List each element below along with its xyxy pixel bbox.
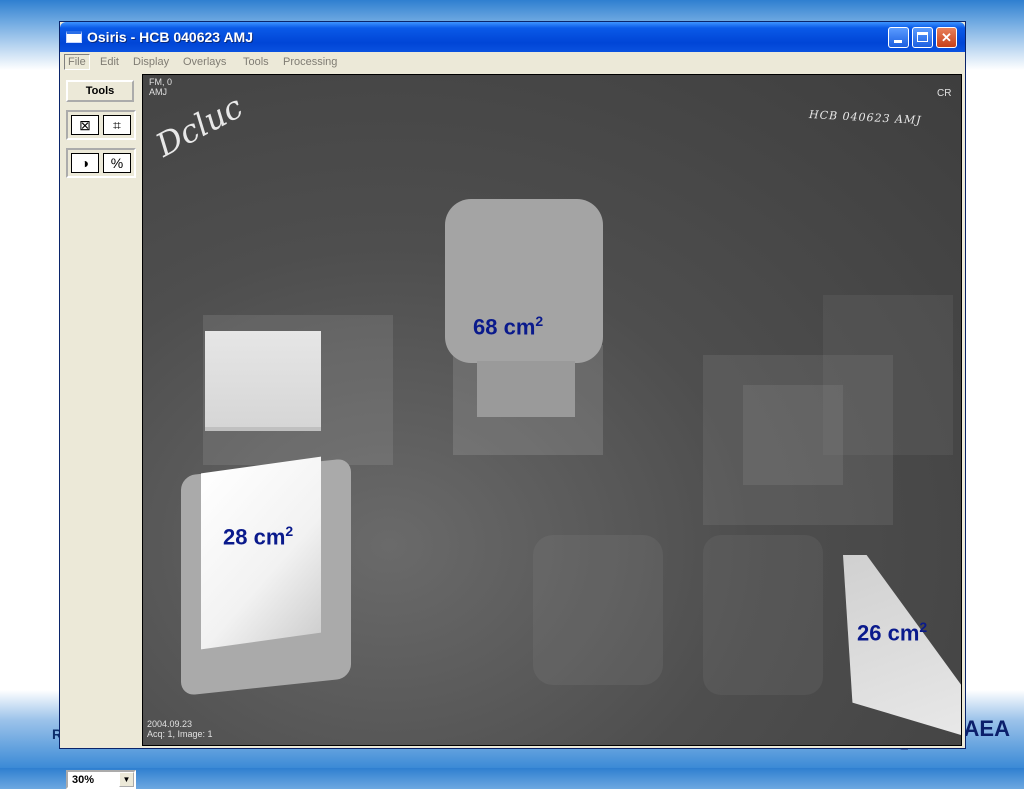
image-adjust-group: ◑ % [66, 148, 136, 178]
tools-button[interactable]: Tools [66, 80, 134, 102]
menu-display[interactable]: Display [133, 56, 169, 68]
field-28 [201, 456, 321, 650]
zoom-value: 30% [72, 774, 95, 786]
maximize-icon [917, 32, 928, 42]
menu-processing[interactable]: Processing [283, 56, 337, 68]
fit-image-icon[interactable]: ⌗ [103, 115, 131, 135]
field-upper-left-core [205, 331, 321, 427]
label-28-value: 28 cm [223, 524, 286, 550]
menu-edit[interactable]: Edit [100, 56, 119, 68]
film-info-line2: AMJ [149, 87, 167, 97]
film-acq: Acq: 1, Image: 1 [147, 729, 213, 739]
label-26-sup: 2 [919, 619, 928, 635]
film-info-bottom-left: 2004.09.23 Acq: 1, Image: 1 [147, 719, 213, 739]
osiris-window: Osiris - HCB 040623 AMJ ✕ File Edit Disp… [60, 22, 965, 789]
zoom-select[interactable]: 30% ▼ [66, 770, 136, 789]
window-title: Osiris - HCB 040623 AMJ [87, 29, 253, 45]
title-bar[interactable]: Osiris - HCB 040623 AMJ ✕ [60, 22, 965, 52]
field-68-lower [477, 361, 575, 417]
fit-window-icon[interactable]: ⊠ [71, 115, 99, 135]
contrast-icon[interactable]: ◑ [71, 153, 99, 173]
label-26-value: 26 cm [857, 620, 920, 646]
tool-panel: Tools ⊠ ⌗ ◑ % 30% ▼ [60, 74, 142, 789]
field-outline [703, 535, 823, 695]
menu-file[interactable]: File [64, 54, 90, 70]
minimize-icon [894, 40, 902, 43]
view-fit-group: ⊠ ⌗ [66, 110, 136, 140]
field-outline [533, 535, 663, 685]
minimize-button[interactable] [888, 27, 909, 48]
label-26: 26 cm2 [857, 619, 927, 646]
slide-footer-logo-text: AEA [963, 716, 1010, 741]
field-outline [823, 295, 953, 455]
film-info-top-right: CR [937, 88, 952, 99]
maximize-button[interactable] [912, 27, 933, 48]
menu-tools[interactable]: Tools [243, 56, 269, 68]
chevron-down-icon[interactable]: ▼ [119, 772, 134, 787]
percent-zoom-icon[interactable]: % [103, 153, 131, 173]
film-info-top-left: FM, 0 AMJ [149, 77, 172, 97]
label-28-sup: 2 [285, 523, 294, 539]
label-68-sup: 2 [535, 313, 544, 329]
close-icon: ✕ [941, 30, 952, 45]
close-button[interactable]: ✕ [936, 27, 957, 48]
label-68: 68 cm2 [473, 313, 543, 340]
image-viewer[interactable]: FM, 0 AMJ CR 2004.09.23 Acq: 1, Image: 1… [142, 74, 962, 746]
label-68-value: 68 cm [473, 314, 536, 340]
window-icon [66, 31, 82, 43]
menu-bar: File Edit Display Overlays Tools Process… [60, 52, 965, 72]
film-info-line1: FM, 0 [149, 77, 173, 87]
label-28: 28 cm2 [223, 523, 293, 550]
film-date: 2004.09.23 [147, 719, 193, 729]
menu-overlays[interactable]: Overlays [183, 56, 226, 68]
